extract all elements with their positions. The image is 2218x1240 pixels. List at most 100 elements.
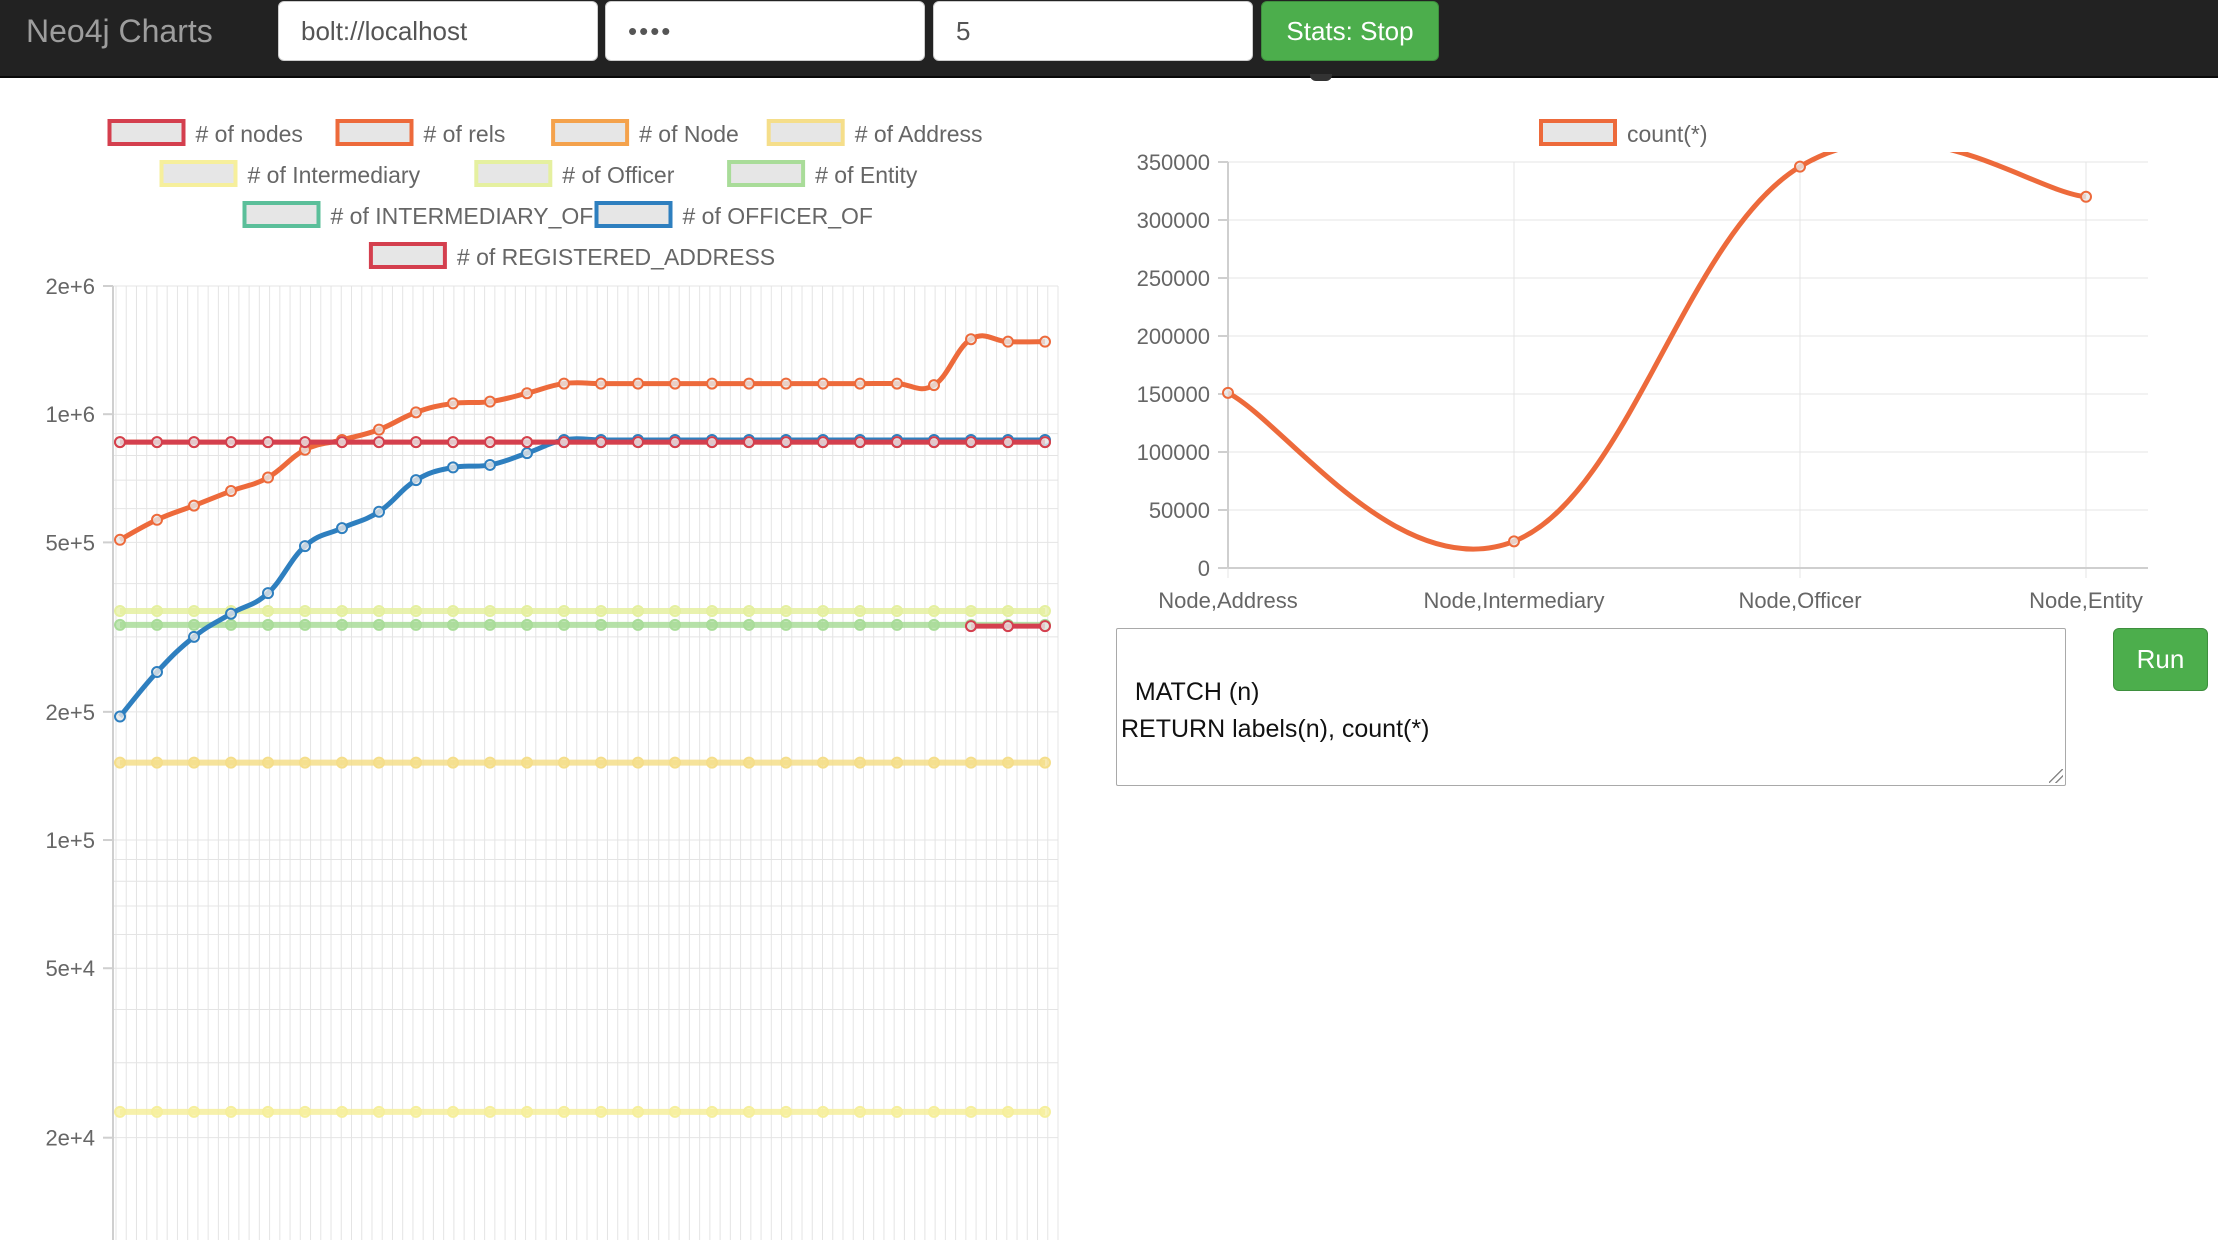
y-tick-label: 2e+4	[45, 1126, 95, 1151]
series-point-entity	[114, 618, 126, 631]
series-point-entity	[743, 618, 755, 631]
series-point-entity	[447, 618, 459, 631]
legend-swatch-address	[766, 119, 845, 146]
y-tick-label: 50000	[1149, 498, 1210, 523]
legend-label-registered_address: # of REGISTERED_ADDRESS	[457, 244, 775, 270]
series-point-officer	[743, 605, 755, 618]
legend-label-count: count(*)	[1627, 121, 1708, 147]
series-point-entity	[188, 618, 200, 631]
legend-label-address: # of Address	[855, 121, 983, 147]
password-input[interactable]: ••••	[605, 1, 925, 61]
series-point-address	[225, 756, 237, 769]
series-point-entity	[780, 618, 792, 631]
series-point-address	[410, 756, 422, 769]
series-point-address	[780, 756, 792, 769]
series-point-rels	[965, 333, 977, 346]
x-tick-label: Node,Entity	[2029, 588, 2143, 613]
series-point-rels	[706, 377, 718, 390]
series-point-intermediary	[1002, 1105, 1014, 1118]
query-text[interactable]: MATCH (n) RETURN labels(n), count(*)	[1121, 678, 1429, 743]
refresh-interval-input[interactable]: 5	[933, 1, 1253, 61]
series-point-address	[928, 756, 940, 769]
y-tick-label: 5e+4	[45, 956, 95, 981]
series-point-address	[558, 756, 570, 769]
legend-swatch-rels	[335, 119, 414, 146]
series-point-entity	[632, 618, 644, 631]
brand-title[interactable]: Neo4j Charts	[26, 0, 213, 62]
series-point-nodes	[336, 436, 348, 449]
series-point-address	[114, 756, 126, 769]
series-point-officer	[854, 605, 866, 618]
y-tick-label: 2e+6	[45, 274, 95, 299]
chart-title-clipped	[1310, 74, 1332, 81]
series-point-officer_of	[336, 522, 348, 535]
x-tick-label: Node,Officer	[1738, 588, 1861, 613]
series-point-rels	[928, 379, 940, 392]
series-point-officer	[669, 605, 681, 618]
series-point-entity	[225, 618, 237, 631]
x-tick-label: Node,Intermediary	[1424, 588, 1605, 613]
y-tick-label: 5e+5	[45, 530, 95, 555]
series-point-entity	[262, 618, 274, 631]
x-tick-label: Node,Address	[1158, 588, 1297, 613]
series-point-officer_of	[447, 461, 459, 474]
run-query-button[interactable]: Run	[2113, 628, 2208, 691]
series-point-intermediary	[817, 1105, 829, 1118]
series-point-entity	[484, 618, 496, 631]
series-point-officer	[299, 605, 311, 618]
series-point-rels	[780, 377, 792, 390]
series-point-nodes	[373, 436, 385, 449]
y-tick-label: 200000	[1137, 324, 1210, 349]
series-point-intermediary	[669, 1105, 681, 1118]
series-point-officer	[336, 605, 348, 618]
series-point-intermediary	[225, 1105, 237, 1118]
legend-label-intermediary: # of Intermediary	[248, 162, 421, 188]
series-point-intermediary	[706, 1105, 718, 1118]
stats-stop-button[interactable]: Stats: Stop	[1261, 1, 1439, 61]
series-point-officer	[595, 605, 607, 618]
series-point-nodes	[706, 436, 718, 449]
series-point-address	[299, 756, 311, 769]
cypher-query-editor[interactable]: MATCH (n) RETURN labels(n), count(*)	[1116, 628, 2066, 786]
series-point-officer_of	[151, 666, 163, 679]
series-point-intermediary	[336, 1105, 348, 1118]
series-point-nodes	[262, 436, 274, 449]
series-point-intermediary	[854, 1105, 866, 1118]
legend-label-officer_of: # of OFFICER_OF	[683, 203, 873, 229]
series-point-nodes	[299, 436, 311, 449]
series-point-address	[188, 756, 200, 769]
series-point-address	[706, 756, 718, 769]
legend-swatch-count	[1539, 119, 1617, 146]
series-point-nodes	[928, 436, 940, 449]
legend-label-nodes: # of nodes	[196, 121, 303, 147]
stats-line-chart: # of nodes # of rels # of Node # of Address…	[45, 119, 1059, 1240]
series-point-officer_of	[188, 630, 200, 643]
series-point-rels	[114, 533, 126, 546]
y-tick-label: 300000	[1137, 208, 1210, 233]
series-point-officer_of	[262, 587, 274, 600]
bolt-url-input[interactable]: bolt://localhost	[278, 1, 598, 61]
series-point-nodes	[817, 436, 829, 449]
legend-label-entity: # of Entity	[815, 162, 918, 188]
series-point-officer_of	[299, 540, 311, 553]
series-point-rels	[484, 395, 496, 408]
series-point-intermediary	[299, 1105, 311, 1118]
series-point-address	[632, 756, 644, 769]
series-point-nodes	[447, 436, 459, 449]
series-point-address	[521, 756, 533, 769]
series-point-nodes	[114, 436, 126, 449]
series-point-officer	[410, 605, 422, 618]
y-tick-label: 0	[1198, 556, 1210, 581]
series-point-intermediary	[743, 1105, 755, 1118]
series-point-officer	[891, 605, 903, 618]
series-point-rels	[262, 471, 274, 484]
series-point-address	[151, 756, 163, 769]
resize-grip-icon[interactable]	[2049, 769, 2063, 783]
series-point-address	[743, 756, 755, 769]
series-point-officer	[1039, 605, 1051, 618]
series-point-rels	[854, 377, 866, 390]
query-result-chart: count(*) 350000 300000 250000 200000 150000 10…	[1137, 119, 2148, 613]
series-point-registered_address	[1002, 620, 1014, 633]
legend-swatch-node	[551, 119, 630, 146]
series-point-count	[1222, 386, 1234, 399]
